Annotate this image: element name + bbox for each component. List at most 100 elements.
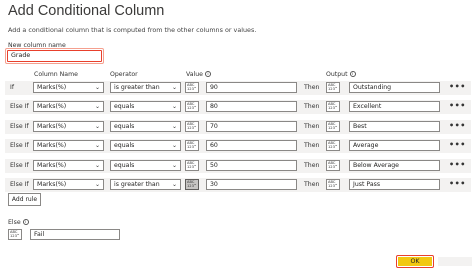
operator-dropdown[interactable]: is greater than ⌄ xyxy=(110,82,181,93)
more-options-icon[interactable]: ••• xyxy=(449,101,466,110)
new-column-name-input[interactable]: Grade xyxy=(7,50,102,62)
value-type-icon[interactable]: ABC 123 ⌄ xyxy=(185,140,199,151)
chevron-down-icon: ⌄ xyxy=(16,232,20,237)
output-type-icon[interactable]: ABC 123 ⌄ xyxy=(326,179,340,190)
value-input[interactable]: 70 xyxy=(206,121,297,132)
header-column-name: Column Name xyxy=(34,71,78,78)
column-name-value: Marks(%) xyxy=(37,162,67,169)
rule-keyword: If xyxy=(10,84,15,91)
add-rule-button[interactable]: Add rule xyxy=(8,193,41,206)
more-options-icon[interactable]: ••• xyxy=(449,121,466,130)
column-name-dropdown[interactable]: Marks(%) ⌄ xyxy=(33,101,104,112)
chevron-down-icon: ⌄ xyxy=(171,142,177,149)
rule-keyword: Else If xyxy=(10,162,29,169)
operator-dropdown[interactable]: equals ⌄ xyxy=(110,121,181,132)
chevron-down-icon: ⌄ xyxy=(193,143,197,148)
output-type-icon[interactable]: ABC 123 ⌄ xyxy=(326,101,340,112)
then-label: Then xyxy=(304,103,320,110)
column-name-value: Marks(%) xyxy=(37,142,67,149)
then-label: Then xyxy=(304,142,320,149)
more-options-icon[interactable]: ••• xyxy=(449,160,466,169)
header-value-label: Value xyxy=(186,71,203,78)
output-input[interactable]: Just Pass xyxy=(349,179,440,190)
else-type-icon[interactable]: ABC 123 ⌄ xyxy=(8,229,22,240)
ok-button[interactable]: OK xyxy=(398,257,432,266)
chevron-down-icon: ⌄ xyxy=(171,123,177,130)
chevron-down-icon: ⌄ xyxy=(334,143,338,148)
else-value-input[interactable]: Fail xyxy=(30,229,120,240)
chevron-down-icon: ⌄ xyxy=(193,163,197,168)
operator-dropdown[interactable]: equals ⌄ xyxy=(110,140,181,151)
output-type-icon[interactable]: ABC 123 ⌄ xyxy=(326,160,340,171)
value-type-icon[interactable]: ABC 123 ⌄ xyxy=(185,82,199,93)
header-operator: Operator xyxy=(110,71,138,78)
dialog-title: Add Conditional Column xyxy=(8,3,165,19)
cancel-button[interactable] xyxy=(438,257,472,266)
then-label: Then xyxy=(304,123,320,130)
column-name-value: Marks(%) xyxy=(37,181,67,188)
output-input[interactable]: Excellent xyxy=(349,101,440,112)
then-label: Then xyxy=(304,84,320,91)
header-value: Value i xyxy=(186,71,211,78)
operator-value: equals xyxy=(114,142,135,149)
output-type-icon[interactable]: ABC 123 ⌄ xyxy=(326,140,340,151)
operator-value: equals xyxy=(114,123,135,130)
more-options-icon[interactable]: ••• xyxy=(449,82,466,91)
column-name-value: Marks(%) xyxy=(37,123,67,130)
output-input[interactable]: Outstanding xyxy=(349,82,440,93)
header-output-label: Output xyxy=(326,71,348,78)
chevron-down-icon: ⌄ xyxy=(193,124,197,129)
chevron-down-icon: ⌄ xyxy=(171,84,177,91)
column-name-value: Marks(%) xyxy=(37,84,67,91)
value-input[interactable]: 60 xyxy=(206,140,297,151)
operator-value: equals xyxy=(114,103,135,110)
value-type-icon[interactable]: ABC 123 ⌄ xyxy=(185,160,199,171)
chevron-down-icon: ⌄ xyxy=(171,162,177,169)
value-type-icon[interactable]: ABC 123 ⌄ xyxy=(185,101,199,112)
column-name-dropdown[interactable]: Marks(%) ⌄ xyxy=(33,121,104,132)
more-options-icon[interactable]: ••• xyxy=(449,179,466,188)
chevron-down-icon: ⌄ xyxy=(171,181,177,188)
chevron-down-icon: ⌄ xyxy=(94,162,100,169)
column-name-dropdown[interactable]: Marks(%) ⌄ xyxy=(33,140,104,151)
output-info-icon[interactable]: i xyxy=(349,71,356,77)
value-input[interactable]: 80 xyxy=(206,101,297,112)
operator-value: is greater than xyxy=(114,181,160,188)
operator-value: equals xyxy=(114,162,135,169)
value-info-icon[interactable]: i xyxy=(205,71,211,77)
column-name-dropdown[interactable]: Marks(%) ⌄ xyxy=(33,82,104,93)
output-input[interactable]: Below Average xyxy=(349,160,440,171)
operator-dropdown[interactable]: equals ⌄ xyxy=(110,101,181,112)
then-label: Then xyxy=(304,181,320,188)
operator-dropdown[interactable]: is greater than ⌄ xyxy=(110,179,181,190)
operator-dropdown[interactable]: equals ⌄ xyxy=(110,160,181,171)
value-input[interactable]: 50 xyxy=(206,160,297,171)
output-type-icon[interactable]: ABC 123 ⌄ xyxy=(326,121,340,132)
output-input[interactable]: Best xyxy=(349,121,440,132)
else-label-text: Else xyxy=(8,219,21,226)
chevron-down-icon: ⌄ xyxy=(94,142,100,149)
value-type-icon[interactable]: ABC 123 ⌄ xyxy=(185,179,199,190)
chevron-down-icon: ⌄ xyxy=(171,103,177,110)
rule-keyword: Else If xyxy=(10,123,29,130)
chevron-down-icon: ⌄ xyxy=(94,103,100,110)
output-input[interactable]: Average xyxy=(349,140,440,151)
chevron-down-icon: ⌄ xyxy=(94,181,100,188)
chevron-down-icon: ⌄ xyxy=(334,163,338,168)
column-name-value: Marks(%) xyxy=(37,103,67,110)
output-type-icon[interactable]: ABC 123 ⌄ xyxy=(326,82,340,93)
operator-value: is greater than xyxy=(114,84,160,91)
value-input[interactable]: 90 xyxy=(206,82,297,93)
then-label: Then xyxy=(304,162,320,169)
value-type-icon[interactable]: ABC 123 ⌄ xyxy=(185,121,199,132)
chevron-down-icon: ⌄ xyxy=(334,85,338,90)
chevron-down-icon: ⌄ xyxy=(94,123,100,130)
column-name-dropdown[interactable]: Marks(%) ⌄ xyxy=(33,179,104,190)
column-name-dropdown[interactable]: Marks(%) ⌄ xyxy=(33,160,104,171)
rule-keyword: Else If xyxy=(10,103,29,110)
else-info-icon[interactable]: i xyxy=(22,219,29,225)
more-options-icon[interactable]: ••• xyxy=(449,140,466,149)
value-input[interactable]: 30 xyxy=(206,179,297,190)
header-output: Output i xyxy=(326,71,356,78)
chevron-down-icon: ⌄ xyxy=(193,182,197,187)
